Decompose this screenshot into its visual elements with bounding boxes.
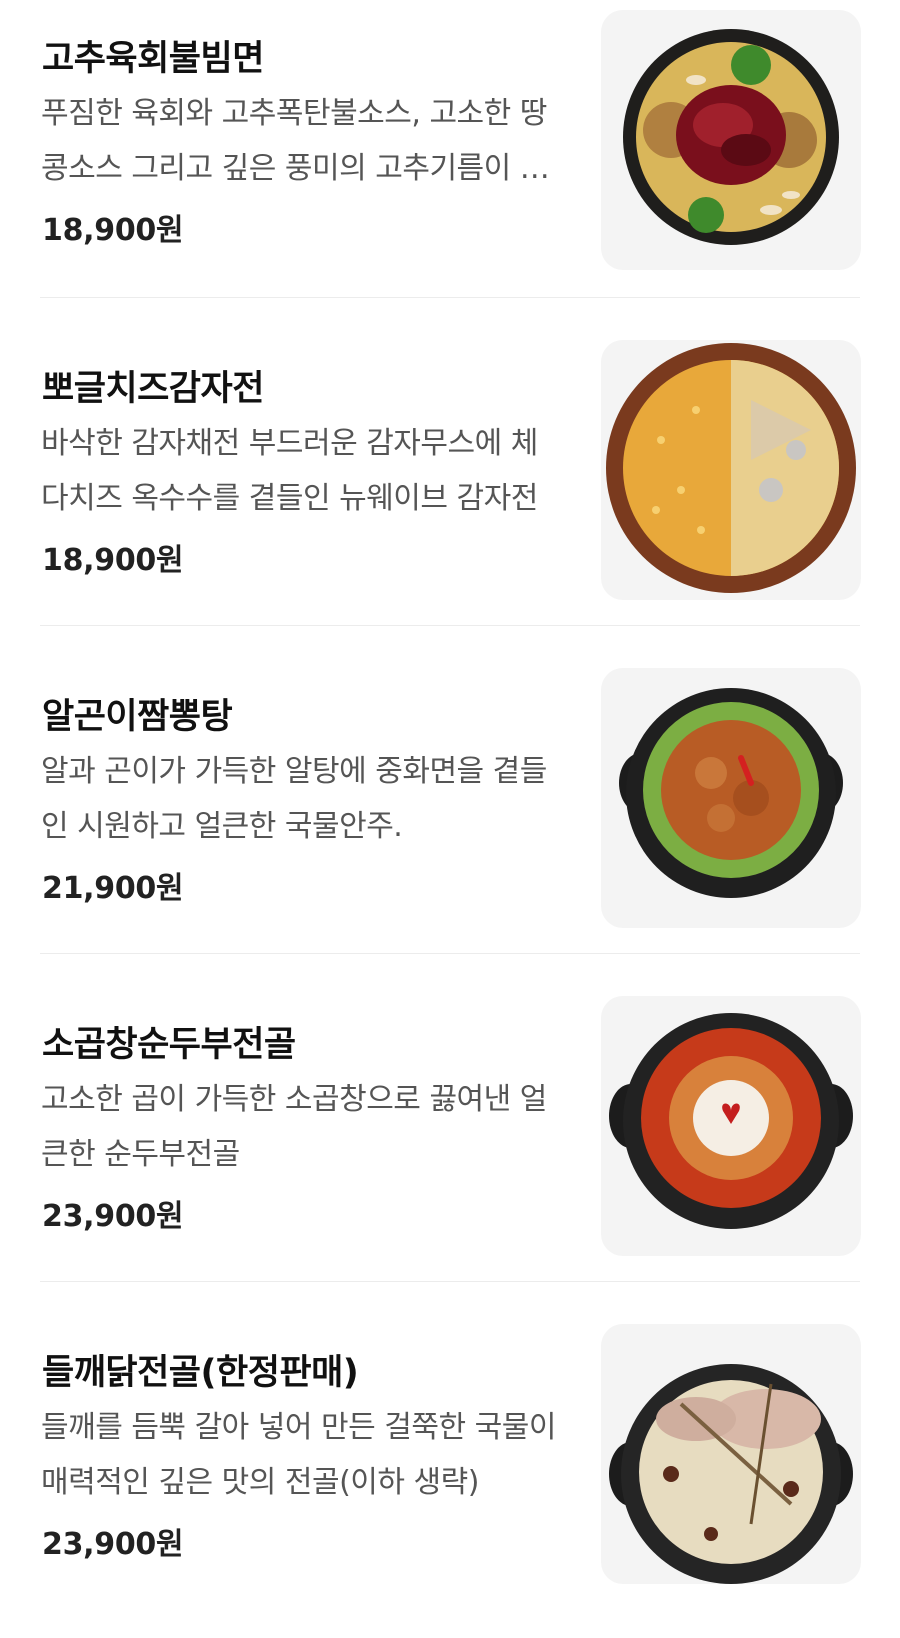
divider: [40, 625, 860, 626]
menu-item-description: 알과 곤이가 가득한 알탕에 중화면을 곁들인 시원하고 얼큰한 국물안주.: [41, 754, 547, 844]
menu-item-image[interactable]: [601, 340, 861, 600]
menu-item-price: 23,900원: [42, 1199, 184, 1234]
menu-item[interactable]: 알곤이짬뽕탕 알과 곤이가 가득한 알탕에 중화면을 곁들인 시원하고 얼큰한 …: [40, 658, 861, 958]
menu-item-price: 21,900원: [42, 871, 184, 906]
menu-item-image[interactable]: [601, 996, 861, 1256]
menu-item-name: 고추육회불빔면: [42, 39, 264, 79]
menu-item-description: 푸짐한 육회와 고추폭탄불소스, 고소한 땅콩소스 그리고 깊은 풍미의 고추기…: [41, 96, 547, 186]
menu-item-image[interactable]: [601, 1324, 861, 1584]
menu-item[interactable]: 들깨닭전골(한정판매) 들깨를 듬뿍 갈아 넣어 만든 걸쭉한 국물이 매력적인…: [40, 1314, 861, 1614]
divider: [40, 1281, 860, 1282]
menu-item-name: 뽀글치즈감자전: [42, 369, 264, 409]
menu-item-description: 고소한 곱이 가득한 소곱창으로 끓여낸 얼큰한 순두부전골: [41, 1082, 547, 1172]
divider: [40, 297, 860, 298]
menu-item[interactable]: 소곱창순두부전골 고소한 곱이 가득한 소곱창으로 끓여낸 얼큰한 순두부전골 …: [40, 986, 861, 1286]
menu-item-description: 들깨를 듬뿍 갈아 넣어 만든 걸쭉한 국물이 매력적인 깊은 맛의 전골(이하…: [41, 1410, 556, 1500]
cheese-potato-pancake-dish-icon: [606, 343, 856, 593]
menu-item-price: 23,900원: [42, 1527, 184, 1562]
menu-item-image[interactable]: [601, 10, 861, 270]
menu-item-name: 알곤이짬뽕탕: [42, 697, 233, 737]
menu-item-name: 소곱창순두부전골: [42, 1025, 296, 1065]
menu-item-price: 18,900원: [42, 543, 184, 578]
menu-list: 고추육회불빔면 푸짐한 육회와 고추폭탄불소스, 고소한 땅콩소스 그리고 깊은…: [0, 0, 900, 1638]
menu-item[interactable]: 고추육회불빔면 푸짐한 육회와 고추폭탄불소스, 고소한 땅콩소스 그리고 깊은…: [40, 0, 861, 300]
spicy-roe-soup-dish-icon: [619, 688, 843, 898]
spicy-beef-tartare-noodle-dish-icon: [623, 29, 839, 245]
menu-item-price: 18,900원: [42, 213, 184, 248]
tripe-soft-tofu-stew-dish-icon: [609, 1013, 853, 1229]
divider: [40, 953, 860, 954]
menu-item[interactable]: 뽀글치즈감자전 바삭한 감자채전 부드러운 감자무스에 체다치즈 옥수수를 곁들…: [40, 330, 861, 630]
menu-item-description: 바삭한 감자채전 부드러운 감자무스에 체다치즈 옥수수를 곁들인 뉴웨이브 감…: [41, 426, 538, 516]
menu-item-image[interactable]: [601, 668, 861, 928]
perilla-chicken-hotpot-dish-icon: [609, 1364, 853, 1584]
menu-item-name: 들깨닭전골(한정판매): [42, 1353, 359, 1393]
